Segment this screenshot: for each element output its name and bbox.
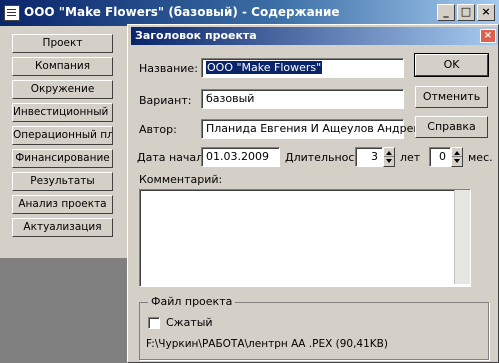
nav-actualization-button[interactable]: Актуализация: [12, 218, 113, 237]
nav-results-button[interactable]: Результаты: [12, 172, 113, 191]
help-button[interactable]: Справка: [415, 116, 488, 138]
dialog-title: Заголовок проекта: [135, 29, 257, 42]
variant-label: Вариант:: [139, 94, 192, 107]
duration-years-spinner[interactable]: [383, 147, 395, 167]
project-header-dialog: Заголовок проекта × Название: ООО "Make …: [127, 24, 499, 363]
compressed-label: Сжатый: [166, 316, 213, 329]
variant-value: базовый: [206, 92, 255, 105]
cancel-button[interactable]: Отменить: [415, 86, 488, 108]
duration-months-field[interactable]: 0: [429, 147, 451, 167]
months-unit-label: мес.: [468, 151, 493, 164]
close-button[interactable]: ×: [477, 4, 495, 21]
main-window-title: ООО "Make Flowers" (базовый) - Содержани…: [24, 5, 340, 19]
start-date-field[interactable]: 01.03.2009: [201, 147, 280, 167]
app-icon: [4, 5, 20, 21]
comment-label: Комментарий:: [139, 173, 223, 186]
navigation-panel: Проект Компания Окружение Инвестиционный…: [0, 26, 130, 258]
duration-years-value: 3: [371, 150, 378, 163]
comment-textarea[interactable]: [139, 189, 471, 287]
project-file-group: Файл проекта Сжатый F:\Чуркин\РАБОТА\лен…: [139, 295, 489, 360]
dialog-close-button[interactable]: ×: [480, 29, 496, 43]
nav-company-button[interactable]: Компания: [12, 57, 113, 76]
project-file-path: F:\Чуркин\РАБОТА\лентрн АА .PEX (90,41KB…: [146, 338, 388, 350]
ok-button[interactable]: OK: [414, 53, 489, 77]
nav-environment-button[interactable]: Окружение: [12, 80, 113, 99]
main-window-titlebar[interactable]: ООО "Make Flowers" (базовый) - Содержани…: [0, 0, 499, 26]
duration-years-field[interactable]: 3: [355, 147, 383, 167]
nav-analysis-button[interactable]: Анализ проекта: [12, 195, 113, 214]
name-field[interactable]: ООО "Make Flowers": [201, 58, 404, 78]
maximize-button[interactable]: □: [457, 4, 475, 21]
name-label: Название:: [139, 62, 198, 75]
nav-investment-plan-button[interactable]: Инвестиционный план: [12, 103, 113, 122]
name-value: ООО "Make Flowers": [206, 61, 323, 74]
dialog-titlebar[interactable]: Заголовок проекта ×: [131, 27, 498, 45]
author-field[interactable]: Планида Евгения И Ащеулов Андрей: [201, 119, 421, 139]
duration-months-spinner[interactable]: [451, 147, 463, 167]
author-label: Автор:: [139, 123, 177, 136]
variant-field[interactable]: базовый: [201, 89, 404, 109]
nav-project-button[interactable]: Проект: [12, 34, 113, 53]
nav-operational-plan-button[interactable]: Операционный план: [12, 126, 113, 145]
start-date-value: 01.03.2009: [206, 150, 269, 163]
years-unit-label: лет: [400, 151, 421, 164]
compressed-checkbox[interactable]: [148, 317, 160, 329]
comment-scrollbar[interactable]: [454, 190, 470, 284]
project-file-group-title: Файл проекта: [148, 295, 236, 308]
nav-financing-button[interactable]: Финансирование: [12, 149, 113, 168]
author-value: Планида Евгения И Ащеулов Андрей: [206, 122, 421, 135]
duration-months-value: 0: [439, 150, 446, 163]
minimize-button[interactable]: _: [437, 4, 455, 21]
